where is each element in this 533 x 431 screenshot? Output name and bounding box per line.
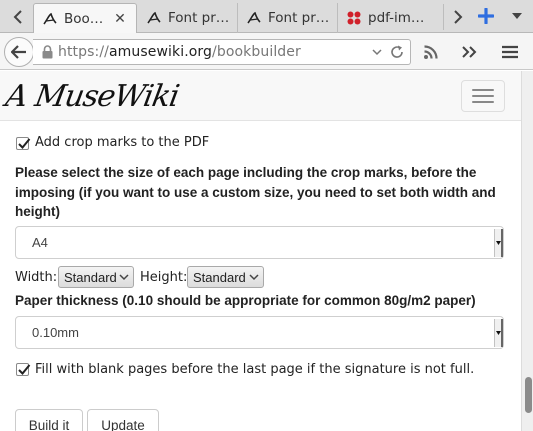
navigation-bar: https://amusewiki.org/bookbuilder xyxy=(0,33,533,70)
tab-bookbuilder[interactable]: Boo… ✕ xyxy=(33,3,137,34)
tab-font-preview-1[interactable]: Font pr… xyxy=(138,3,238,33)
page-content: A MuseWiki Add crop marks to the PDF Ple… xyxy=(0,71,521,431)
menu-bar xyxy=(472,89,494,91)
tab-pdf-imposition[interactable]: pdf-im… xyxy=(338,3,442,33)
rss-feed-icon[interactable] xyxy=(421,42,441,62)
paper-thickness-value: 0.10mm xyxy=(32,325,79,340)
tab-scroll-right-icon[interactable] xyxy=(443,4,471,30)
tab-title: pdf-im… xyxy=(368,10,425,26)
page-size-heading: Please select the size of each page incl… xyxy=(15,165,496,219)
url-scheme: https:// xyxy=(58,44,109,60)
tab-scroll-left-icon[interactable] xyxy=(4,4,32,30)
page-scrollbar[interactable] xyxy=(521,71,533,431)
back-arrow-icon xyxy=(11,45,26,59)
scrollbar-thumb[interactable] xyxy=(525,377,532,413)
select-arrow-icon xyxy=(494,319,503,347)
select-arrow-icon xyxy=(494,229,503,257)
site-menu-toggle-button[interactable] xyxy=(461,80,505,112)
tab-font-preview-2[interactable]: Font pr… xyxy=(238,3,338,33)
chevron-down-icon xyxy=(119,274,129,281)
overflow-chevron-icon[interactable] xyxy=(459,42,479,62)
menu-icon[interactable] xyxy=(500,42,520,62)
url-path: /bookbuilder xyxy=(212,44,301,60)
url-text: https://amusewiki.org/bookbuilder xyxy=(58,44,301,60)
height-label: Height: xyxy=(140,270,188,285)
url-host: amusewiki.org xyxy=(108,44,213,60)
chevron-down-icon xyxy=(249,274,259,281)
tab-list-dropdown-icon[interactable] xyxy=(506,6,528,26)
amusewiki-icon xyxy=(42,11,58,27)
menu-bar xyxy=(472,101,494,103)
checkmark-icon xyxy=(18,138,31,149)
width-value: Standard xyxy=(64,269,117,285)
amusewiki-logo[interactable]: A MuseWiki xyxy=(3,78,182,116)
blank-pages-label: Fill with blank pages before the last pa… xyxy=(35,362,475,377)
tab-title: Boo… xyxy=(64,11,104,27)
height-value: Standard xyxy=(193,269,246,285)
lock-icon xyxy=(42,45,53,59)
checkmark-icon xyxy=(18,364,31,375)
new-tab-icon[interactable] xyxy=(474,4,498,28)
site-header: A MuseWiki xyxy=(0,71,521,121)
url-history-dropdown-icon[interactable] xyxy=(370,45,384,59)
width-select[interactable]: Standard xyxy=(58,266,134,288)
close-tab-icon[interactable]: ✕ xyxy=(112,11,128,27)
crop-marks-label: Add crop marks to the PDF xyxy=(35,135,210,150)
height-select[interactable]: Standard xyxy=(187,266,264,288)
reload-icon[interactable] xyxy=(389,44,405,60)
crop-marks-checkbox[interactable] xyxy=(16,137,31,150)
page-size-value: A4 xyxy=(32,235,48,250)
page-size-select[interactable]: A4 xyxy=(15,226,504,259)
tab-title: Font pr… xyxy=(168,10,230,26)
tab-strip: Boo… ✕ Font pr… Font pr… pdf-im… xyxy=(0,0,533,34)
blank-pages-checkbox[interactable] xyxy=(16,363,31,376)
back-button[interactable] xyxy=(4,37,34,67)
update-button[interactable]: Update xyxy=(87,409,159,431)
paper-thickness-heading: Paper thickness (0.10 should be appropri… xyxy=(15,293,476,308)
amusewiki-icon xyxy=(146,10,162,26)
amusewiki-icon xyxy=(246,10,262,26)
build-it-button[interactable]: Build it xyxy=(15,409,83,431)
paper-thickness-select[interactable]: 0.10mm xyxy=(15,316,504,349)
red-dots-icon xyxy=(346,10,362,26)
width-label: Width: xyxy=(15,270,58,285)
url-bar[interactable]: https://amusewiki.org/bookbuilder xyxy=(33,39,411,65)
tab-title: Font pr… xyxy=(268,10,330,26)
menu-bar xyxy=(472,95,494,97)
